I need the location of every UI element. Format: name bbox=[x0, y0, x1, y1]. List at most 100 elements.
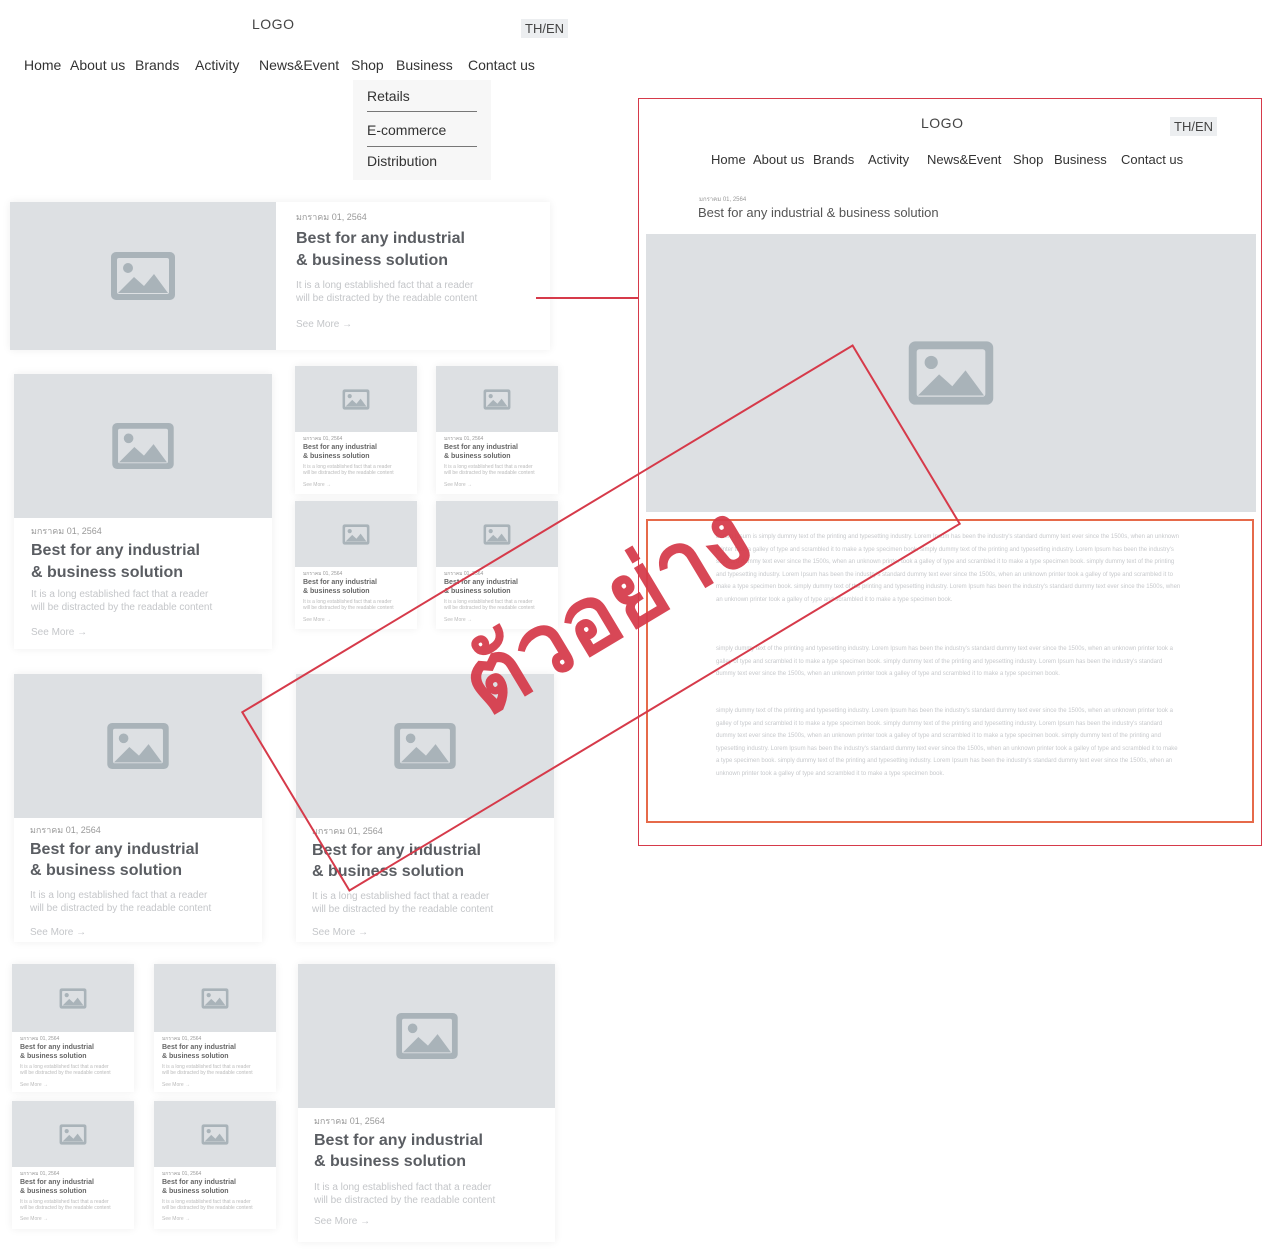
card-title-line1[interactable]: Best for any industrial bbox=[296, 228, 465, 250]
card-desc-line2: will be distracted by the readable conte… bbox=[31, 602, 213, 613]
mini-news-card[interactable]: มกราคม 01, 2564 Best for any industrial … bbox=[154, 1101, 276, 1229]
image-icon bbox=[201, 1123, 229, 1145]
card-desc-line2: will be distracted by the readable conte… bbox=[20, 1205, 111, 1211]
card-title-line1[interactable]: Best for any industrial bbox=[303, 578, 377, 587]
detail-nav-contact-us[interactable]: Contact us bbox=[1121, 152, 1183, 167]
card-title-line1[interactable]: Best for any industrial bbox=[303, 443, 377, 452]
nav-brands[interactable]: Brands bbox=[135, 57, 179, 73]
card-title-line2[interactable]: & business solution bbox=[20, 1187, 87, 1196]
submenu-e-commerce[interactable]: E-commerce bbox=[367, 122, 446, 138]
mini-news-card[interactable]: มกราคม 01, 2564 Best for any industrial … bbox=[295, 501, 417, 629]
nav-home[interactable]: Home bbox=[24, 57, 61, 73]
card-desc-line2: will be distracted by the readable conte… bbox=[303, 605, 394, 611]
card-title-line2[interactable]: & business solution bbox=[303, 587, 370, 596]
card-title-line2[interactable]: & business solution bbox=[162, 1052, 229, 1061]
see-more-link[interactable]: See More → bbox=[30, 927, 86, 938]
mini-news-card[interactable]: มกราคม 01, 2564 Best for any industrial … bbox=[295, 366, 417, 494]
mini-news-card[interactable]: มกราคม 01, 2564 Best for any industrial … bbox=[436, 366, 558, 494]
submenu-retails[interactable]: Retails bbox=[367, 88, 410, 104]
card-date: มกราคม 01, 2564 bbox=[20, 1171, 60, 1177]
submenu-divider bbox=[367, 111, 477, 112]
see-more-link[interactable]: See More → bbox=[162, 1216, 190, 1222]
detail-nav-brands[interactable]: Brands bbox=[813, 152, 854, 167]
card-desc-line2: will be distracted by the readable conte… bbox=[162, 1070, 253, 1076]
news-card[interactable]: มกราคม 01, 2564 Best for any industrial … bbox=[298, 964, 555, 1242]
card-desc-line2: will be distracted by the readable conte… bbox=[314, 1195, 496, 1206]
detail-nav-activity[interactable]: Activity bbox=[868, 152, 909, 167]
detail-language-switch[interactable]: TH/EN bbox=[1170, 117, 1217, 136]
detail-nav-news-event[interactable]: News&Event bbox=[927, 152, 1001, 167]
image-placeholder bbox=[12, 1101, 134, 1167]
card-desc-line1: It is a long established fact that a rea… bbox=[314, 1182, 492, 1193]
nav-contact-us[interactable]: Contact us bbox=[468, 57, 535, 73]
card-desc-line1: It is a long established fact that a rea… bbox=[30, 890, 208, 901]
card-desc-line2: will be distracted by the readable conte… bbox=[30, 903, 212, 914]
see-more-link[interactable]: See More → bbox=[20, 1216, 48, 1222]
nav-business[interactable]: Business bbox=[396, 57, 453, 73]
image-icon bbox=[483, 523, 511, 545]
detail-nav-about-us[interactable]: About us bbox=[753, 152, 804, 167]
image-icon bbox=[395, 1012, 458, 1060]
card-title-line1[interactable]: Best for any industrial bbox=[314, 1130, 483, 1152]
card-title-line1[interactable]: Best for any industrial bbox=[30, 839, 199, 861]
card-date: มกราคม 01, 2564 bbox=[296, 212, 367, 222]
see-more-link[interactable]: See More → bbox=[31, 627, 87, 638]
card-title-line2[interactable]: & business solution bbox=[444, 452, 511, 461]
image-placeholder bbox=[436, 366, 558, 432]
card-title-line2[interactable]: & business solution bbox=[303, 452, 370, 461]
image-icon bbox=[107, 722, 169, 770]
mini-news-card[interactable]: มกราคม 01, 2564 Best for any industrial … bbox=[154, 964, 276, 1092]
nav-activity[interactable]: Activity bbox=[195, 57, 239, 73]
news-card[interactable]: มกราคม 01, 2564 Best for any industrial … bbox=[14, 674, 262, 942]
card-date: มกราคม 01, 2564 bbox=[314, 1116, 385, 1126]
mini-news-card[interactable]: มกราคม 01, 2564 Best for any industrial … bbox=[12, 964, 134, 1092]
detail-logo[interactable]: LOGO bbox=[921, 115, 963, 131]
see-more-link[interactable]: See More → bbox=[162, 1082, 190, 1088]
card-title-line2[interactable]: & business solution bbox=[30, 860, 182, 882]
detail-nav-home[interactable]: Home bbox=[711, 152, 746, 167]
nav-about-us[interactable]: About us bbox=[70, 57, 125, 73]
nav-news-event[interactable]: News&Event bbox=[259, 57, 339, 73]
card-title-line2[interactable]: & business solution bbox=[20, 1052, 87, 1061]
see-more-link[interactable]: See More → bbox=[20, 1082, 48, 1088]
card-title-line1[interactable]: Best for any industrial bbox=[31, 540, 200, 562]
article-paragraph-3: simply dummy text of the printing and ty… bbox=[716, 708, 1178, 777]
see-more-link[interactable]: See More → bbox=[444, 482, 472, 488]
card-title-line1[interactable]: Best for any industrial bbox=[444, 443, 518, 452]
card-desc-line1: It is a long established fact that a rea… bbox=[312, 891, 490, 902]
image-icon bbox=[483, 388, 511, 410]
see-more-link[interactable]: See More → bbox=[314, 1216, 370, 1227]
logo[interactable]: LOGO bbox=[252, 16, 294, 32]
card-title-line1[interactable]: Best for any industrial bbox=[20, 1178, 94, 1187]
detail-nav-business[interactable]: Business bbox=[1054, 152, 1107, 167]
news-card[interactable]: มกราคม 01, 2564 Best for any industrial … bbox=[14, 374, 272, 649]
detail-nav-shop[interactable]: Shop bbox=[1013, 152, 1043, 167]
image-icon bbox=[112, 422, 174, 470]
card-desc-line2: will be distracted by the readable conte… bbox=[303, 470, 394, 476]
card-date: มกราคม 01, 2564 bbox=[31, 526, 102, 536]
image-icon bbox=[342, 523, 370, 545]
language-switch[interactable]: TH/EN bbox=[521, 19, 568, 38]
card-title-line1[interactable]: Best for any industrial bbox=[162, 1178, 236, 1187]
image-icon bbox=[111, 252, 175, 300]
card-title-line1[interactable]: Best for any industrial bbox=[162, 1043, 236, 1052]
card-title-line2[interactable]: & business solution bbox=[296, 250, 448, 272]
nav-shop[interactable]: Shop bbox=[351, 57, 384, 73]
submenu-distribution[interactable]: Distribution bbox=[367, 153, 437, 169]
featured-news-card[interactable]: มกราคม 01, 2564 Best for any industrial … bbox=[10, 202, 550, 350]
see-more-link[interactable]: See More → bbox=[296, 319, 352, 330]
card-title-line2[interactable]: & business solution bbox=[31, 562, 183, 584]
see-more-link[interactable]: See More → bbox=[312, 927, 368, 938]
card-date: มกราคม 01, 2564 bbox=[303, 571, 343, 577]
mini-news-card[interactable]: มกราคม 01, 2564 Best for any industrial … bbox=[12, 1101, 134, 1229]
card-desc-line1: It is a long established fact that a rea… bbox=[296, 280, 474, 291]
see-more-link[interactable]: See More → bbox=[303, 482, 331, 488]
card-title-line2[interactable]: & business solution bbox=[314, 1151, 466, 1173]
card-date: มกราคม 01, 2564 bbox=[162, 1036, 202, 1042]
card-title-line2[interactable]: & business solution bbox=[162, 1187, 229, 1196]
image-icon bbox=[908, 341, 994, 405]
image-placeholder bbox=[295, 366, 417, 432]
see-more-link[interactable]: See More → bbox=[303, 617, 331, 623]
card-date: มกราคม 01, 2564 bbox=[303, 436, 343, 442]
card-title-line1[interactable]: Best for any industrial bbox=[20, 1043, 94, 1052]
